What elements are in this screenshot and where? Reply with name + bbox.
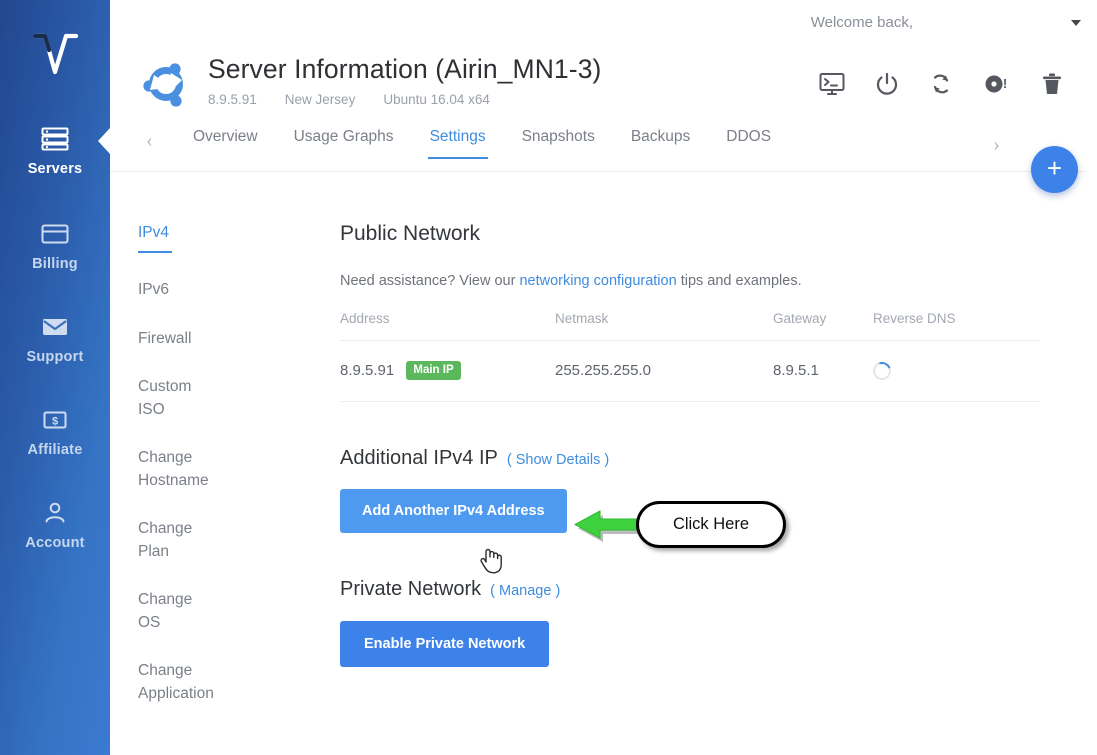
sidebar-item-label: Servers [27, 161, 83, 177]
server-os: Ubuntu 16.04 x64 [383, 92, 490, 107]
reinstall-icon[interactable]: ! [983, 72, 1011, 96]
sidebar-item-affiliate[interactable]: $ Affiliate [0, 395, 110, 468]
additional-ipv4-header: Additional IPv4 IP ( Show Details ) [340, 447, 1070, 470]
cell-reverse-dns [870, 340, 1040, 402]
status-badge: Main IP [406, 361, 461, 380]
server-action-icons: ! [819, 72, 1063, 96]
assistance-prefix: Need assistance? View our [340, 273, 520, 289]
private-network-title: Private Network [340, 578, 482, 600]
show-details-link[interactable]: ( Show Details ) [507, 452, 609, 468]
sidebar-item-support[interactable]: Support [0, 302, 110, 375]
server-stack-icon [41, 126, 69, 152]
console-icon[interactable] [819, 72, 845, 96]
settings-item-change-hostname[interactable]: Change Hostname [138, 447, 213, 492]
power-icon[interactable] [875, 72, 899, 96]
server-header: Server Information (Airin_MN1-3) 8.9.5.9… [138, 52, 601, 112]
tab-ddos[interactable]: DDOS [708, 126, 789, 159]
networking-configuration-link[interactable]: networking configuration [519, 273, 676, 289]
cell-address: 8.9.5.91 Main IP [340, 340, 555, 402]
assistance-suffix: tips and examples. [676, 273, 802, 289]
dollar-box-icon: $ [42, 407, 68, 433]
welcome-text: Welcome back, [810, 14, 913, 31]
server-meta: 8.9.5.91 New Jersey Ubuntu 16.04 x64 [208, 92, 601, 107]
address-value: 8.9.5.91 [340, 362, 395, 379]
envelope-icon [41, 314, 69, 340]
sidebar-item-label: Affiliate [27, 442, 83, 458]
ubuntu-logo [138, 56, 194, 112]
settings-item-change-os[interactable]: Change OS [138, 589, 213, 634]
credit-card-icon [41, 221, 69, 247]
loading-spinner-icon [870, 358, 894, 383]
chevron-down-icon[interactable] [1071, 19, 1081, 26]
sidebar-item-account[interactable]: Account [0, 488, 110, 561]
server-location: New Jersey [284, 92, 356, 107]
additional-ipv4-title: Additional IPv4 IP [340, 447, 498, 469]
main-panel: Welcome back, Server Information (Airin_… [110, 0, 1097, 755]
assistance-text: Need assistance? View our networking con… [340, 273, 1070, 289]
column-address: Address [340, 305, 555, 341]
settings-item-ipv6[interactable]: IPv6 [138, 279, 213, 301]
sidebar-item-billing[interactable]: Billing [0, 209, 110, 282]
settings-item-firewall[interactable]: Firewall [138, 328, 213, 350]
public-network-title: Public Network [340, 222, 481, 245]
sidebar-item-label: Support [26, 349, 84, 365]
server-ip: 8.9.5.91 [208, 92, 257, 107]
tab-snapshots[interactable]: Snapshots [504, 126, 613, 159]
manage-link[interactable]: ( Manage ) [490, 583, 560, 599]
private-network-header: Private Network ( Manage ) [340, 578, 1070, 601]
settings-item-change-application[interactable]: Change Application [138, 660, 214, 705]
sidebar: Servers Billing Support $ Affiliate Acco… [0, 0, 110, 755]
tab-usage-graphs[interactable]: Usage Graphs [276, 126, 412, 159]
column-gateway: Gateway [773, 305, 873, 341]
settings-content: Public Network Need assistance? View our… [340, 222, 1070, 667]
cell-netmask: 255.255.255.0 [555, 340, 773, 402]
topbar: Welcome back, [811, 14, 1081, 31]
tabs-prev-arrow[interactable]: ‹ [138, 126, 161, 155]
cell-gateway: 8.9.5.1 [773, 340, 873, 402]
server-tabs: ‹ Overview Usage Graphs Settings Snapsho… [138, 126, 1038, 172]
settings-item-custom-iso[interactable]: Custom ISO [138, 376, 213, 421]
vultr-v-logo[interactable] [27, 26, 83, 84]
restart-icon[interactable] [929, 72, 953, 96]
tabs-list: Overview Usage Graphs Settings Snapshots… [175, 126, 789, 159]
public-network-table: Address Netmask Gateway Reverse DNS 8.9.… [340, 305, 1040, 402]
trash-icon[interactable] [1041, 72, 1063, 96]
add-another-ipv4-address-button[interactable]: Add Another IPv4 Address [340, 489, 567, 533]
person-icon [42, 500, 68, 526]
settings-item-ipv4[interactable]: IPv4 [138, 222, 213, 254]
tab-overview[interactable]: Overview [175, 126, 276, 159]
tab-backups[interactable]: Backups [613, 126, 708, 159]
sidebar-item-label: Account [25, 535, 85, 551]
tab-settings[interactable]: Settings [412, 126, 504, 159]
sidebar-item-servers[interactable]: Servers [0, 114, 110, 187]
enable-private-network-button[interactable]: Enable Private Network [340, 621, 550, 667]
settings-item-change-plan[interactable]: Change Plan [138, 518, 213, 563]
column-reverse-dns: Reverse DNS [873, 305, 1040, 341]
table-row: 8.9.5.91 Main IP 255.255.255.0 8.9.5.1 [340, 340, 1040, 402]
sidebar-item-label: Billing [32, 256, 78, 272]
column-netmask: Netmask [555, 305, 773, 341]
tabs-next-arrow[interactable]: › [985, 130, 1008, 159]
tabs-divider [110, 171, 1087, 172]
settings-submenu: IPv4 IPv6 Firewall Custom ISO Change Hos… [138, 222, 318, 731]
app-root: Servers Billing Support $ Affiliate Acco… [0, 0, 1097, 755]
add-server-fab[interactable]: + [1031, 146, 1078, 193]
svg-text:!: ! [1003, 76, 1007, 91]
table-header-row: Address Netmask Gateway Reverse DNS [340, 305, 1040, 341]
page-title: Server Information (Airin_MN1-3) [208, 54, 602, 84]
active-indicator-notch [98, 128, 110, 154]
svg-text:$: $ [52, 416, 58, 428]
